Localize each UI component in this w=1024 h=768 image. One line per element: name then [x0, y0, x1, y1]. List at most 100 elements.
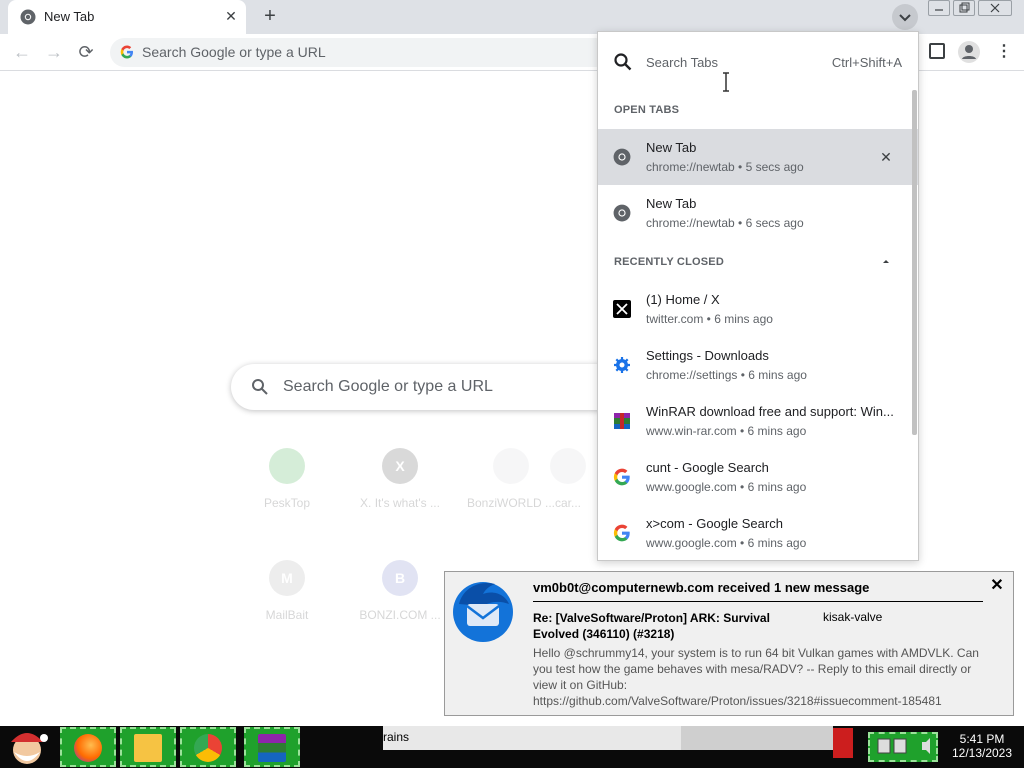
forward-button[interactable]: → [42, 40, 66, 64]
google-icon [120, 45, 133, 59]
winrar-icon [258, 734, 286, 762]
person-icon [962, 45, 976, 59]
closed-tab-title: cunt - Google Search [646, 460, 769, 475]
closed-tab-title: (1) Home / X [646, 292, 720, 307]
search-icon [614, 53, 632, 71]
minimize-button[interactable] [928, 0, 950, 16]
shortcut-icon [269, 448, 305, 484]
folder-icon [134, 734, 162, 762]
open-tab-item[interactable]: New Tab chrome://newtab • 6 secs ago [598, 185, 918, 241]
close-tab-icon[interactable]: ✕ [876, 147, 896, 167]
recently-closed-item[interactable]: cunt - Google Search www.google.com • 6 … [598, 449, 918, 505]
chrome-icon [613, 204, 631, 222]
taskbar-firefox[interactable] [60, 727, 116, 767]
new-tab-button[interactable]: + [258, 5, 282, 29]
tab-new-tab[interactable]: New Tab ✕ [8, 0, 246, 34]
shortcut-label: X. It's what's ... [360, 496, 440, 510]
recently-closed-item[interactable]: WinRAR download free and support: Win...… [598, 393, 918, 449]
start-button[interactable] [0, 726, 54, 768]
thunderbird-icon [453, 582, 513, 642]
chrome-icon [20, 9, 36, 25]
taskbar-red-item[interactable] [833, 728, 853, 758]
taskbar-file-explorer[interactable] [120, 727, 176, 767]
tab-search-panel: Search Tabs Ctrl+Shift+A OPEN TABS New T… [597, 31, 919, 561]
text-cursor-icon [723, 72, 729, 92]
recently-closed-item[interactable]: (1) Home / X twitter.com • 6 mins ago [598, 281, 918, 337]
open-tab-title: New Tab [646, 140, 697, 155]
open-tab-subtitle: chrome://newtab • 6 secs ago [646, 216, 804, 230]
tab-title: New Tab [44, 9, 95, 24]
minimize-icon [935, 9, 943, 11]
tab-search-button[interactable] [892, 4, 918, 30]
back-button[interactable]: ← [10, 40, 34, 64]
divider [533, 601, 983, 602]
shortcut-tile[interactable]: M MailBait [231, 560, 343, 670]
scrollbar[interactable] [912, 90, 917, 435]
closed-tab-subtitle: chrome://settings • 6 mins ago [646, 368, 807, 382]
closed-tab-subtitle: www.win-rar.com • 6 mins ago [646, 424, 807, 438]
chevron-down-icon [899, 14, 911, 22]
tab-close-icon[interactable]: ✕ [222, 7, 240, 25]
shortcut-tile[interactable]: B BONZI.COM ... [344, 560, 456, 670]
profile-avatar[interactable] [958, 41, 980, 63]
search-icon [252, 379, 268, 395]
chrome-icon [194, 734, 222, 762]
firefox-icon [74, 734, 102, 762]
shortcut-label: BONZI.COM ... [359, 608, 441, 622]
close-icon [990, 3, 1000, 13]
taskbar-strip-text: rains [383, 730, 410, 744]
shortcut-icon: M [269, 560, 305, 596]
system-tray[interactable] [868, 732, 938, 762]
gear-icon [614, 357, 630, 373]
tab-strip: New Tab ✕ + [0, 0, 1024, 34]
open-tab-item[interactable]: New Tab chrome://newtab • 5 secs ago ✕ [598, 129, 918, 185]
notification-body: Hello @schrummy14, your system is to run… [533, 646, 979, 708]
open-tabs-header: OPEN TABS [614, 104, 680, 116]
taskbar-strip-bar [681, 726, 833, 750]
close-window-button[interactable] [978, 0, 1012, 16]
google-icon [613, 468, 630, 486]
shortcut-tile[interactable]: X X. It's what's ... [344, 448, 456, 558]
menu-icon[interactable]: ⋮ [996, 42, 1012, 62]
closed-tab-subtitle: www.google.com • 6 mins ago [646, 480, 807, 494]
collapse-up-icon[interactable] [881, 256, 891, 266]
tab-search-shortcut: Ctrl+Shift+A [831, 55, 902, 70]
shortcut-icon: B [382, 560, 418, 596]
clock-date: 12/13/2023 [951, 746, 1013, 760]
shortcut-label: car... [554, 496, 581, 510]
taskbar: rains 5:41 PM 12/13/2023 [0, 726, 1024, 768]
notification-header: vm0b0t@computernewb.com received 1 new m… [533, 580, 870, 595]
taskbar-chrome[interactable] [180, 727, 236, 767]
taskbar-winrar[interactable] [244, 727, 300, 767]
closed-tab-title: x>com - Google Search [646, 516, 783, 531]
recently-closed-item[interactable]: x>com - Google Search www.google.com • 6… [598, 505, 918, 560]
tab-search-field[interactable]: Search Tabs Ctrl+Shift+A [598, 32, 918, 90]
closed-tab-subtitle: www.google.com • 6 mins ago [646, 536, 807, 550]
chrome-icon [613, 148, 631, 166]
closed-tab-subtitle: twitter.com • 6 mins ago [646, 312, 773, 326]
notification-subject: Re: [ValveSoftware/Proton] ARK: Survival… [533, 611, 770, 641]
recently-closed-item[interactable]: Settings - Downloads chrome://settings •… [598, 337, 918, 393]
shortcut-icon [493, 448, 529, 484]
taskbar-clock[interactable]: 5:41 PM 12/13/2023 [946, 732, 1018, 760]
shortcut-label: MailBait [265, 608, 309, 622]
shortcut-tile[interactable]: PeskTop [231, 448, 343, 558]
taskbar-window-strip[interactable]: rains [383, 726, 833, 750]
recently-closed-header: RECENTLY CLOSED [614, 256, 724, 268]
shortcut-label: PeskTop [263, 496, 311, 510]
winrar-icon [614, 413, 630, 429]
open-tab-title: New Tab [646, 196, 697, 211]
omnibox-placeholder: Search Google or type a URL [142, 44, 326, 60]
restore-button[interactable] [953, 0, 975, 16]
omnibox[interactable]: Search Google or type a URL [110, 38, 610, 67]
shortcut-tile[interactable]: car... [540, 448, 596, 558]
reload-button[interactable]: ⟳ [74, 40, 98, 64]
mail-notification[interactable]: vm0b0t@computernewb.com received 1 new m… [444, 571, 1014, 716]
close-icon[interactable]: ✕ [989, 578, 1005, 594]
notification-sender: kisak-valve [823, 610, 883, 624]
network-icon [877, 738, 930, 754]
x-icon [613, 300, 631, 318]
shortcut-icon [550, 448, 586, 484]
tab-search-placeholder: Search Tabs [646, 55, 719, 70]
side-panel-icon[interactable] [929, 43, 945, 59]
